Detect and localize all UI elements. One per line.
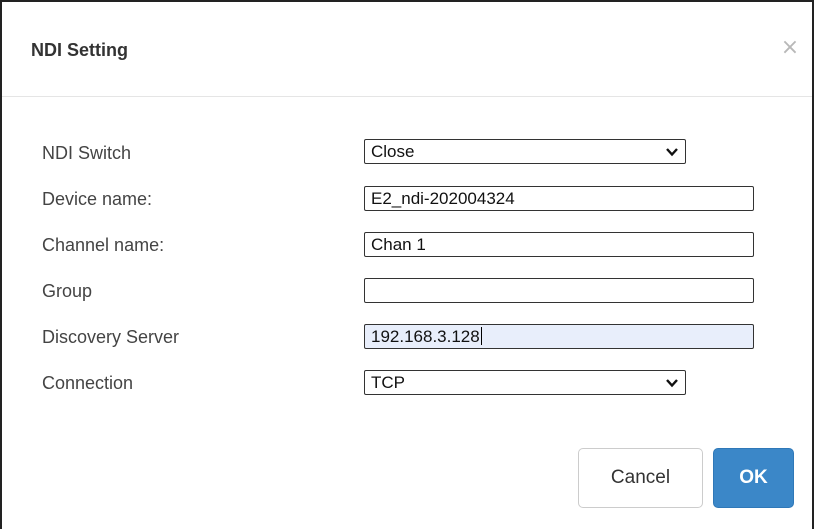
connection-label: Connection [42, 373, 134, 393]
discovery-server-label: Discovery Server [42, 327, 180, 347]
connection-select[interactable]: TCP [364, 370, 686, 395]
dialog-header: NDI Setting × [2, 2, 812, 97]
cancel-button[interactable]: Cancel [578, 448, 703, 508]
chevron-down-icon [666, 379, 678, 388]
group-label: Group [42, 281, 93, 301]
ndi-switch-value: Close [371, 142, 415, 161]
chevron-down-icon [666, 148, 678, 157]
discovery-server-input[interactable]: 192.168.3.128 [364, 324, 754, 349]
ndi-switch-label: NDI Switch [42, 143, 132, 163]
channel-name-label: Channel name: [42, 235, 165, 255]
device-name-row: Device name: E2_ndi-202004324 [2, 183, 812, 213]
group-input[interactable] [364, 278, 754, 303]
discovery-server-row: Discovery Server 192.168.3.128 [2, 321, 812, 351]
close-icon[interactable]: × [780, 36, 800, 60]
group-row: Group [2, 275, 812, 305]
ndi-switch-select[interactable]: Close [364, 139, 686, 164]
device-name-value: E2_ndi-202004324 [371, 189, 515, 208]
connection-value: TCP [371, 373, 405, 392]
text-caret [480, 327, 482, 345]
discovery-server-value: 192.168.3.128 [371, 327, 480, 346]
channel-name-input[interactable]: Chan 1 [364, 232, 754, 257]
connection-row: Connection TCP [2, 367, 812, 397]
channel-name-row: Channel name: Chan 1 [2, 229, 812, 259]
dialog-title: NDI Setting [31, 40, 128, 60]
channel-name-value: Chan 1 [371, 235, 426, 254]
ndi-setting-dialog: NDI Setting × NDI Switch Close Device na… [0, 0, 814, 529]
ok-button[interactable]: OK [713, 448, 794, 508]
device-name-label: Device name: [42, 189, 153, 209]
device-name-input[interactable]: E2_ndi-202004324 [364, 186, 754, 211]
ndi-switch-row: NDI Switch Close [2, 137, 812, 167]
